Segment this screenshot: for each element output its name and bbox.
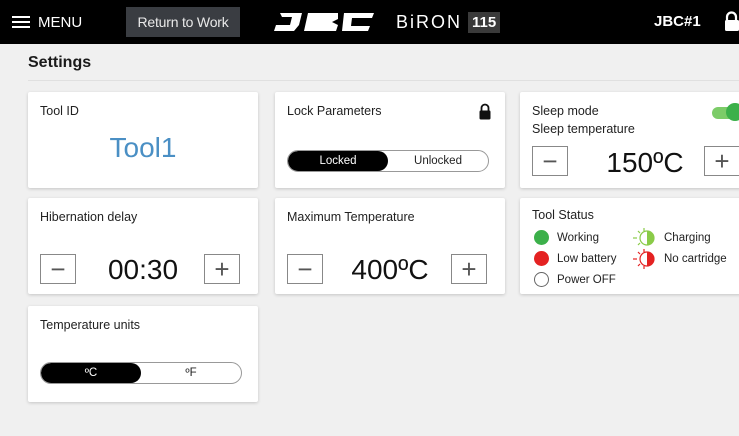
lock-parameters-label: Lock Parameters <box>287 104 382 118</box>
temperature-units-card: Temperature units ºC ºF <box>28 306 258 402</box>
menu-label: MENU <box>38 13 83 31</box>
hibernation-delay-label: Hibernation delay <box>40 210 138 224</box>
hamburger-icon <box>12 15 30 29</box>
charging-icon <box>633 228 655 246</box>
sleep-temp-decrease-button[interactable]: − <box>532 146 568 176</box>
max-temp-value: 400ºC <box>351 254 429 285</box>
station-name: JBC#1 <box>654 13 701 30</box>
tool-status-label: Tool Status <box>532 208 594 222</box>
unlocked-option[interactable]: Unlocked <box>388 151 488 171</box>
lock-icon[interactable] <box>724 11 739 31</box>
working-dot-icon <box>534 230 549 245</box>
tool-status-card: Tool Status Working Low battery Power OF… <box>520 198 739 294</box>
celsius-option[interactable]: ºC <box>41 363 141 383</box>
low-battery-dot-icon <box>534 251 549 266</box>
sleep-temp-value: 150ºC <box>606 147 684 178</box>
status-low-battery-label: Low battery <box>557 252 617 265</box>
model-number: 115 <box>468 11 501 33</box>
sleep-temp-increase-button[interactable]: + <box>704 146 739 176</box>
max-temperature-label: Maximum Temperature <box>287 210 415 224</box>
status-power-off-label: Power OFF <box>557 273 616 286</box>
max-temp-decrease-button[interactable]: − <box>287 254 323 284</box>
model-name: BiRON <box>396 11 463 32</box>
fahrenheit-option[interactable]: ºF <box>141 363 241 383</box>
temperature-units-toggle[interactable]: ºC ºF <box>40 362 242 384</box>
hibernation-value: 00:30 <box>107 254 179 285</box>
return-to-work-button[interactable]: Return to Work <box>126 7 240 37</box>
status-no-cartridge: No cartridge <box>632 249 727 269</box>
tool-id-value[interactable]: Tool1 <box>28 132 258 164</box>
sleep-mode-card: Sleep mode Sleep temperature − 150ºC + <box>520 92 739 188</box>
no-cartridge-icon <box>633 249 655 269</box>
switch-knob <box>726 103 739 121</box>
status-working-label: Working <box>557 231 599 244</box>
locked-option[interactable]: Locked <box>288 151 388 171</box>
hibernation-delay-card: Hibernation delay − 00:30 + <box>28 198 258 294</box>
status-power-off: Power OFF <box>534 272 616 287</box>
max-temp-increase-button[interactable]: + <box>451 254 487 284</box>
sleep-temperature-label: Sleep temperature <box>532 122 635 136</box>
temperature-units-label: Temperature units <box>40 318 141 332</box>
divider <box>28 80 739 81</box>
lock-toggle[interactable]: Locked Unlocked <box>287 150 489 172</box>
max-temperature-card: Maximum Temperature − 400ºC + <box>275 198 505 294</box>
status-no-cartridge-label: No cartridge <box>664 253 727 265</box>
model-label: BiRON 115 <box>396 8 501 36</box>
jbc-logo <box>272 8 376 36</box>
tool-id-label: Tool ID <box>40 104 79 118</box>
status-charging: Charging <box>632 228 711 248</box>
status-low-battery: Low battery <box>534 251 616 266</box>
tool-id-card[interactable]: Tool ID Tool1 <box>28 92 258 188</box>
menu-button[interactable]: MENU <box>12 9 82 35</box>
sleep-mode-label: Sleep mode <box>532 104 599 118</box>
hibernation-increase-button[interactable]: + <box>204 254 240 284</box>
page-title: Settings <box>28 54 92 71</box>
status-working: Working <box>534 230 599 245</box>
power-off-dot-icon <box>534 272 549 287</box>
top-bar: MENU Return to Work BiRON 115 JBC#1 <box>0 0 739 44</box>
status-charging-label: Charging <box>664 232 711 244</box>
hibernation-decrease-button[interactable]: − <box>40 254 76 284</box>
lock-parameters-card: Lock Parameters Locked Unlocked <box>275 92 505 188</box>
lock-icon <box>479 103 491 120</box>
